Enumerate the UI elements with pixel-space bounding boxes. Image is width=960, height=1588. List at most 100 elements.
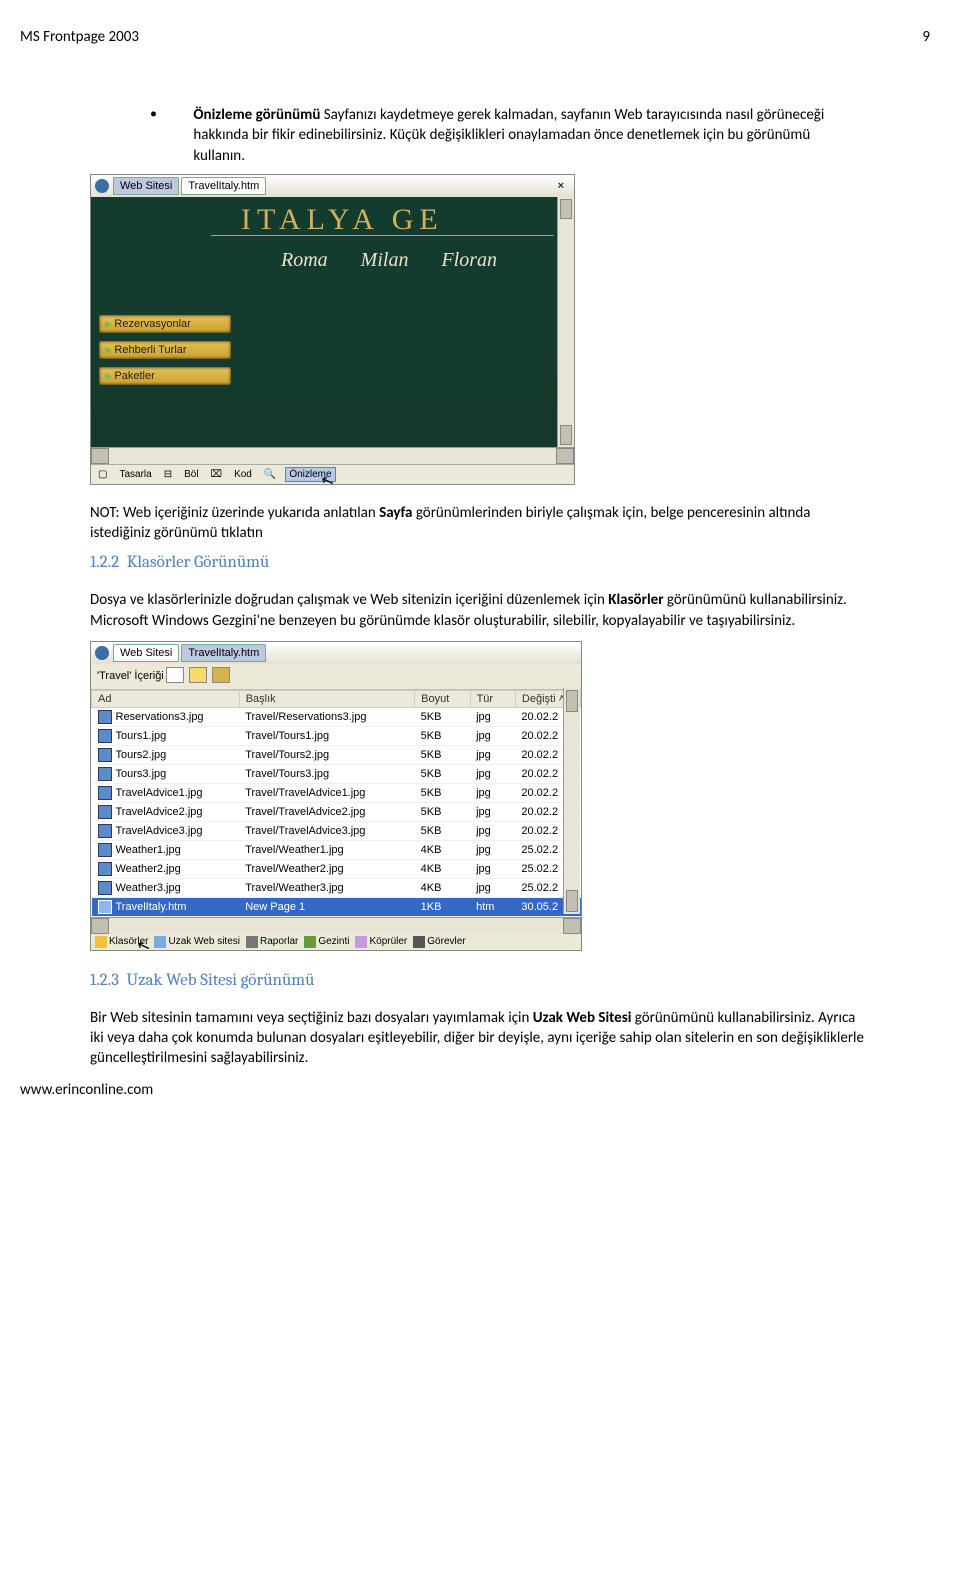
cell-boyut: 5KB [415,764,470,783]
table-row[interactable]: Reservations3.jpgTravel/Reservations3.jp… [92,707,581,726]
cell-ad: Tours3.jpg [92,764,240,783]
cell-baslik: Travel/Reservations3.jpg [239,707,414,726]
globe-icon [95,179,109,193]
bullet-lead: Önizleme görünümü [193,106,323,124]
cell-tur: jpg [470,821,515,840]
screenshot-folders-view: Web Sitesi TravelItaly.htm 'Travel' İçer… [90,641,582,951]
cell-boyut: 4KB [415,878,470,897]
cell-tur: jpg [470,802,515,821]
screenshot-preview-view: Web Sitesi TravelItaly.htm × ITALYA GE R… [90,174,575,485]
cell-boyut: 4KB [415,840,470,859]
tab-travel-italy-2[interactable]: TravelItaly.htm [181,644,266,662]
new-page-icon[interactable] [166,667,184,683]
globe-icon [95,646,109,660]
table-row[interactable]: Weather3.jpgTravel/Weather3.jpg4KBjpg25.… [92,878,581,897]
tasks-icon [413,936,425,948]
folder-icon [95,936,107,948]
view-btn-kod-icon: ⌧ [208,468,226,481]
vertical-scrollbar-2[interactable] [563,688,580,914]
note-text: NOT: Web içeriğiniz üzerinde yukarıda an… [90,503,870,544]
footer-btn-uzak[interactable]: Uzak Web sitesi [154,936,240,948]
up-folder-icon[interactable] [212,667,230,683]
preview-pane: ITALYA GE Roma Milan Floran Rezervasyonl… [91,197,574,447]
table-row[interactable]: Tours3.jpgTravel/Tours3.jpg5KBjpg20.02.2 [92,764,581,783]
cell-tur: htm [470,897,515,916]
table-row[interactable]: Weather2.jpgTravel/Weather2.jpg4KBjpg25.… [92,859,581,878]
cell-boyut: 5KB [415,783,470,802]
header-left: MS Frontpage 2003 [20,28,139,46]
city-floran: Floran [441,249,497,271]
col-tur[interactable]: Tür [470,690,515,707]
cell-baslik: Travel/TravelAdvice1.jpg [239,783,414,802]
cell-baslik: Travel/Tours2.jpg [239,745,414,764]
nav-rehberli-turlar[interactable]: Rehberli Turlar [99,341,231,359]
view-btn-kod[interactable]: Kod [231,468,255,481]
footer-btn-kopruler[interactable]: Köprüler [355,936,407,948]
folder-subtitle-bar: 'Travel' İçeriği [91,664,581,690]
tab-bar-2: Web Sitesi TravelItaly.htm [91,642,581,664]
cell-ad: Weather3.jpg [92,878,240,897]
folder-subtitle: 'Travel' İçeriği [97,670,164,682]
table-row[interactable]: Weather1.jpgTravel/Weather1.jpg4KBjpg25.… [92,840,581,859]
cell-boyut: 5KB [415,707,470,726]
col-baslik[interactable]: Başlık [239,690,414,707]
horizontal-scrollbar-2[interactable] [91,917,581,934]
nav-rezervasyonlar[interactable]: Rezervasyonlar [99,315,231,333]
cell-boyut: 5KB [415,726,470,745]
cell-tur: jpg [470,764,515,783]
tab-web-site-2[interactable]: Web Sitesi [113,644,179,662]
cell-baslik: Travel/TravelAdvice3.jpg [239,821,414,840]
heading-122: 1.2.2 Klasörler Görünümü [90,553,870,572]
hero-cities: Roma Milan Floran [281,249,525,272]
footer-btn-raporlar[interactable]: Raporlar [246,936,298,948]
cell-ad: Tours1.jpg [92,726,240,745]
cell-tur: jpg [470,726,515,745]
cell-baslik: Travel/Weather3.jpg [239,878,414,897]
cell-tur: jpg [470,745,515,764]
col-ad[interactable]: Ad [92,690,240,707]
view-btn-bol-icon: ⊟ [161,468,175,481]
horizontal-scrollbar[interactable] [91,447,574,464]
city-milan: Milan [361,249,409,271]
nav-column: Rezervasyonlar Rehberli Turlar Paketler [99,315,231,393]
tab-bar: Web Sitesi TravelItaly.htm × [91,175,574,197]
view-bar: ▢ Tasarla ⊟ Böl ⌧ Kod 🔍 Önizleme ↖ [91,464,574,484]
table-row[interactable]: Tours1.jpgTravel/Tours1.jpg5KBjpg20.02.2 [92,726,581,745]
cell-baslik: Travel/Tours1.jpg [239,726,414,745]
tab-travel-italy[interactable]: TravelItaly.htm [181,177,266,195]
remote-icon [154,936,166,948]
cell-boyut: 5KB [415,821,470,840]
close-icon[interactable]: × [552,180,570,192]
cell-ad: TravelAdvice1.jpg [92,783,240,802]
city-roma: Roma [281,249,328,271]
cell-boyut: 5KB [415,802,470,821]
reports-icon [246,936,258,948]
view-btn-bol[interactable]: Böl [181,468,201,481]
cell-baslik: New Page 1 [239,897,414,916]
footer-btn-gorevler[interactable]: Görevler [413,936,465,948]
table-row[interactable]: TravelAdvice3.jpgTravel/TravelAdvice3.jp… [92,821,581,840]
col-boyut[interactable]: Boyut [415,690,470,707]
table-header-row: Ad Başlık Boyut Tür Değişti ˄ [92,690,581,707]
table-row[interactable]: TravelItaly.htmNew Page 11KBhtm30.05.2 [92,897,581,916]
tab-web-site[interactable]: Web Sitesi [113,177,179,195]
cell-baslik: Travel/Weather2.jpg [239,859,414,878]
cell-ad: TravelItaly.htm [92,897,240,916]
cursor-icon: ↖ [134,934,153,957]
new-folder-icon[interactable] [189,667,207,683]
table-row[interactable]: TravelAdvice1.jpgTravel/TravelAdvice1.jp… [92,783,581,802]
table-row[interactable]: TravelAdvice2.jpgTravel/TravelAdvice2.jp… [92,802,581,821]
nav-paketler[interactable]: Paketler [99,367,231,385]
view-btn-tasarla[interactable]: Tasarla [116,468,154,481]
footer-btn-gezinti[interactable]: Gezinti [304,936,349,948]
table-row[interactable]: Tours2.jpgTravel/Tours2.jpg5KBjpg20.02.2 [92,745,581,764]
page-number: 9 [922,28,930,46]
vertical-scrollbar[interactable] [557,197,574,447]
cell-ad: TravelAdvice3.jpg [92,821,240,840]
heading-123: 1.2.3 Uzak Web Sitesi görünümü [90,971,870,990]
footer-url: www.erinconline.com [20,1081,153,1099]
cell-tur: jpg [470,840,515,859]
cell-tur: jpg [470,783,515,802]
links-icon [355,936,367,948]
nav-icon [304,936,316,948]
